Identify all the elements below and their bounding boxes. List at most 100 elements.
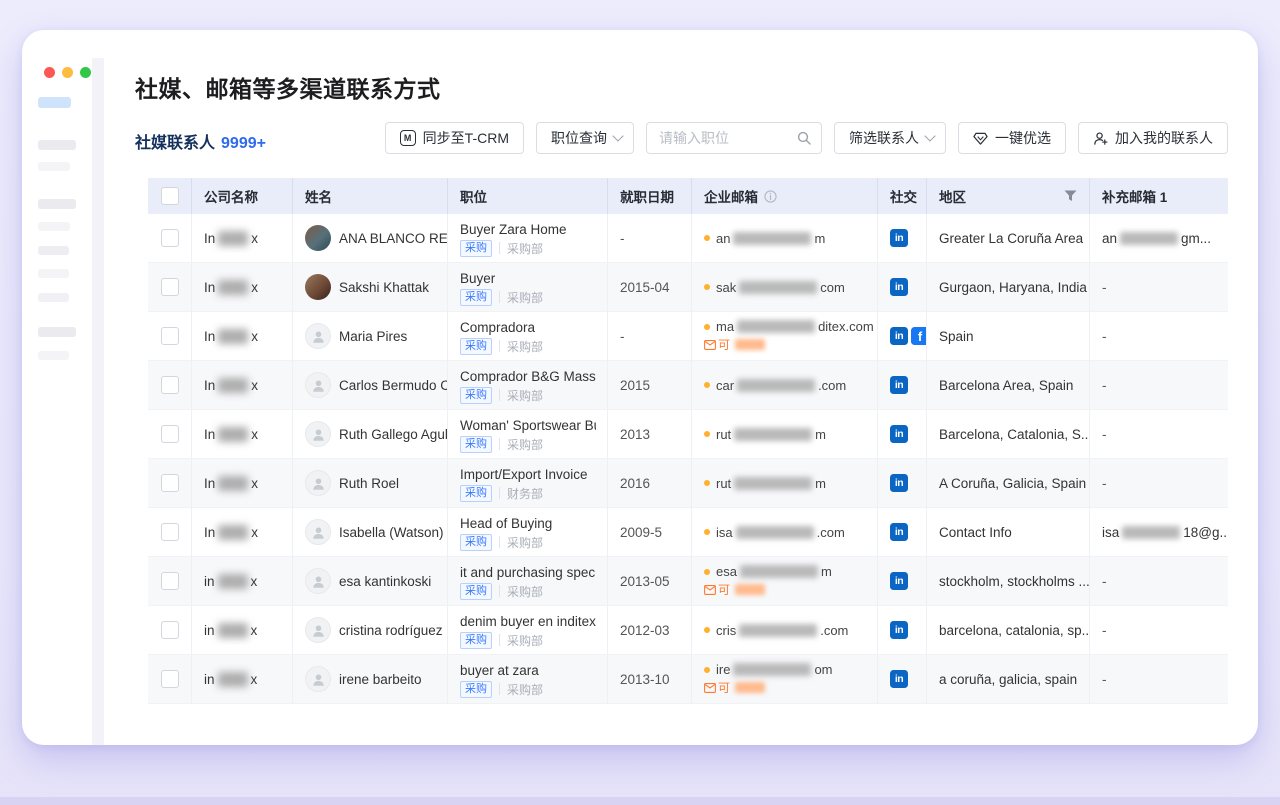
sidebar-item-active[interactable] — [38, 97, 71, 108]
company-suffix: x — [251, 623, 258, 638]
contact-name[interactable]: irene barbeito — [339, 672, 422, 687]
email-suffix: m — [815, 427, 826, 442]
maximize-window-icon[interactable] — [80, 67, 91, 78]
linkedin-icon[interactable]: in — [890, 621, 908, 639]
tcrm-logo-icon: M — [400, 130, 416, 146]
close-window-icon[interactable] — [44, 67, 55, 78]
email-status-dot — [704, 480, 710, 486]
company-prefix: In — [204, 378, 215, 393]
search-icon[interactable] — [797, 131, 811, 145]
info-icon[interactable] — [764, 190, 777, 203]
row-checkbox[interactable] — [161, 229, 179, 247]
table-row: Inx Maria Pires Compradora 采购 采购部 - m — [148, 312, 1228, 361]
dept-separator — [499, 585, 500, 597]
row-checkbox[interactable] — [161, 572, 179, 590]
row-checkbox[interactable] — [161, 621, 179, 639]
linkedin-icon[interactable]: in — [890, 278, 908, 296]
row-checkbox[interactable] — [161, 474, 179, 492]
department-label: 采购部 — [507, 289, 543, 306]
purchase-tag: 采购 — [460, 534, 492, 551]
subtitle-label: 社媒联系人 — [135, 135, 215, 152]
contact-name[interactable]: Ruth Roel — [339, 476, 399, 491]
region-cell: stockholm, stockholms ... — [927, 557, 1090, 605]
purchase-tag: 采购 — [460, 289, 492, 306]
date-cell: 2013-05 — [608, 557, 692, 605]
company-suffix: x — [251, 525, 258, 540]
header-position: 职位 — [448, 178, 608, 214]
redacted-alt-email — [1120, 232, 1178, 245]
region-text: a coruña, galicia, spain — [939, 672, 1077, 687]
linkedin-icon[interactable]: in — [890, 572, 908, 590]
department-label: 采购部 — [507, 534, 543, 551]
header-alt-email: 补充邮箱 1 — [1090, 178, 1228, 214]
minimize-window-icon[interactable] — [62, 67, 73, 78]
contact-name[interactable]: Isabella (Watson) L... — [339, 525, 448, 540]
alt-email-plain: - — [1102, 427, 1107, 442]
email-suffix: ditex.com — [818, 319, 874, 334]
one-click-select-button[interactable]: 一键优选 — [958, 122, 1066, 154]
row-checkbox[interactable] — [161, 278, 179, 296]
contact-name[interactable]: Sakshi Khattak — [339, 280, 429, 295]
redacted-email — [733, 232, 811, 245]
company-cell: Inx — [192, 410, 293, 458]
position-title: Compradora — [460, 320, 535, 335]
avatar — [305, 274, 331, 300]
row-select-cell — [148, 410, 192, 458]
select-all-checkbox[interactable] — [161, 187, 179, 205]
redacted-email — [733, 663, 811, 676]
avatar — [305, 666, 331, 692]
company-suffix: x — [251, 329, 258, 344]
company-suffix: x — [251, 574, 258, 589]
employment-date: 2015-04 — [620, 280, 670, 295]
department-label: 采购部 — [507, 338, 543, 355]
contact-name[interactable]: Ruth Gallego Agulló — [339, 427, 448, 442]
header-date: 就职日期 — [608, 178, 692, 214]
deliverable-label: 可 — [718, 581, 730, 598]
contact-name[interactable]: cristina rodríguez — [339, 623, 443, 638]
contact-name[interactable]: ANA BLANCO REY — [339, 231, 448, 246]
contact-name[interactable]: Maria Pires — [339, 329, 407, 344]
linkedin-icon[interactable]: in — [890, 523, 908, 541]
email-suffix: m — [815, 476, 826, 491]
email-prefix: car — [716, 378, 734, 393]
avatar — [305, 519, 331, 545]
facebook-icon[interactable]: f — [911, 327, 927, 345]
page-title: 社媒、邮箱等多渠道联系方式 — [135, 70, 441, 104]
table-row: Inx Isabella (Watson) L... Head of Buyin… — [148, 508, 1228, 557]
linkedin-icon[interactable]: in — [890, 376, 908, 394]
row-checkbox[interactable] — [161, 425, 179, 443]
linkedin-icon[interactable]: in — [890, 327, 908, 345]
linkedin-icon[interactable]: in — [890, 474, 908, 492]
company-prefix: in — [204, 574, 215, 589]
row-checkbox[interactable] — [161, 376, 179, 394]
name-cell: Carlos Bermudo Cr... — [293, 361, 448, 409]
header-email-label: 企业邮箱 — [704, 186, 758, 206]
avatar — [305, 372, 331, 398]
row-checkbox[interactable] — [161, 523, 179, 541]
redacted-alt-email — [1122, 526, 1180, 539]
table-row: Inx Ruth Gallego Agulló Woman' Sportswea… — [148, 410, 1228, 459]
alt-email-prefix: an — [1102, 231, 1117, 246]
filter-funnel-icon[interactable] — [1064, 190, 1077, 202]
redacted-company — [218, 378, 248, 393]
header-name: 姓名 — [293, 178, 448, 214]
redacted-company — [218, 329, 248, 344]
sync-to-tcrm-button[interactable]: M 同步至T-CRM — [385, 122, 524, 154]
employment-date: - — [620, 329, 625, 344]
name-cell: Ruth Roel — [293, 459, 448, 507]
linkedin-icon[interactable]: in — [890, 425, 908, 443]
row-checkbox[interactable] — [161, 327, 179, 345]
row-checkbox[interactable] — [161, 670, 179, 688]
social-cell: in — [878, 214, 927, 262]
add-to-my-contacts-button[interactable]: 加入我的联系人 — [1078, 122, 1228, 154]
linkedin-icon[interactable]: in — [890, 670, 908, 688]
region-cell: Barcelona, Catalonia, S... — [927, 410, 1090, 458]
position-search-input[interactable] — [647, 130, 870, 146]
contact-name[interactable]: esa kantinkoski — [339, 574, 431, 589]
linkedin-icon[interactable]: in — [890, 229, 908, 247]
alt-email-plain: - — [1102, 623, 1107, 638]
position-query-dropdown[interactable]: 职位查询 — [536, 122, 634, 154]
company-prefix: In — [204, 231, 215, 246]
contact-name[interactable]: Carlos Bermudo Cr... — [339, 378, 448, 393]
row-select-cell — [148, 655, 192, 703]
